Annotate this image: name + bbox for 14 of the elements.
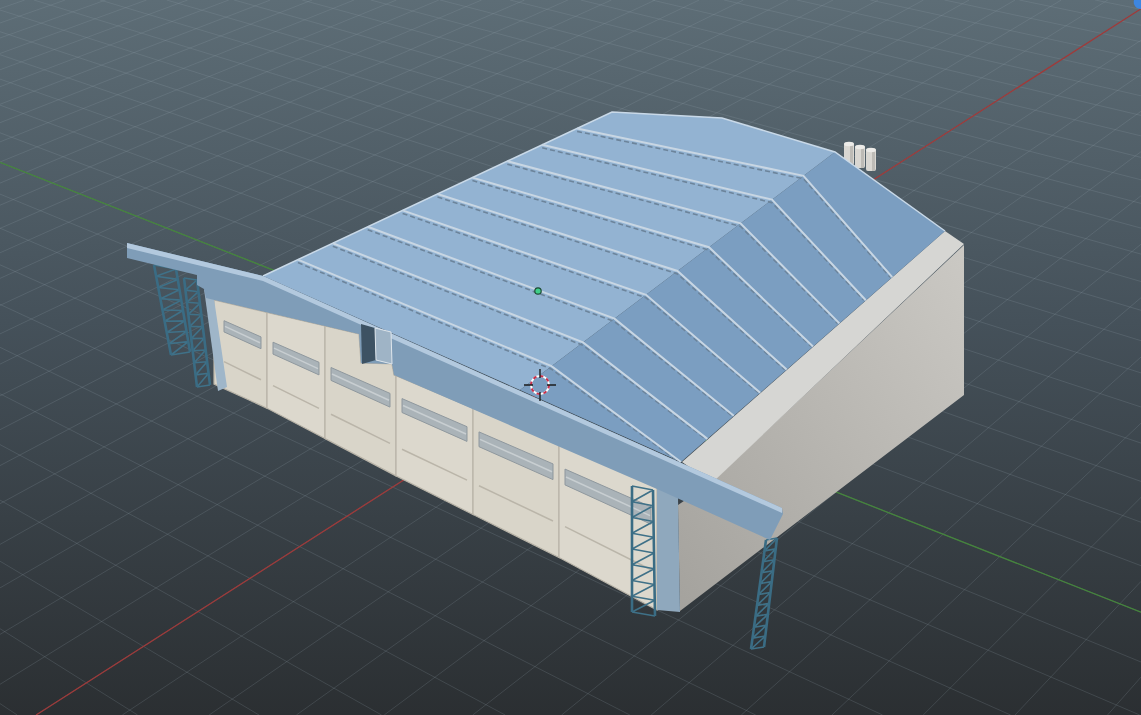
panel-groove	[223, 360, 262, 381]
crosshair-icon	[523, 368, 557, 402]
panel-groove	[401, 448, 468, 481]
vent-pipe	[844, 141, 854, 165]
panel-groove	[272, 384, 320, 410]
window-strip	[330, 367, 391, 408]
window-strip	[223, 320, 262, 350]
vent-pipe	[855, 144, 865, 168]
window-strip	[401, 398, 468, 442]
window-strip	[272, 341, 320, 376]
vent-pipe	[866, 147, 876, 171]
panel-groove	[330, 413, 391, 445]
door-opening	[361, 324, 393, 365]
point-marker-icon	[534, 287, 542, 295]
